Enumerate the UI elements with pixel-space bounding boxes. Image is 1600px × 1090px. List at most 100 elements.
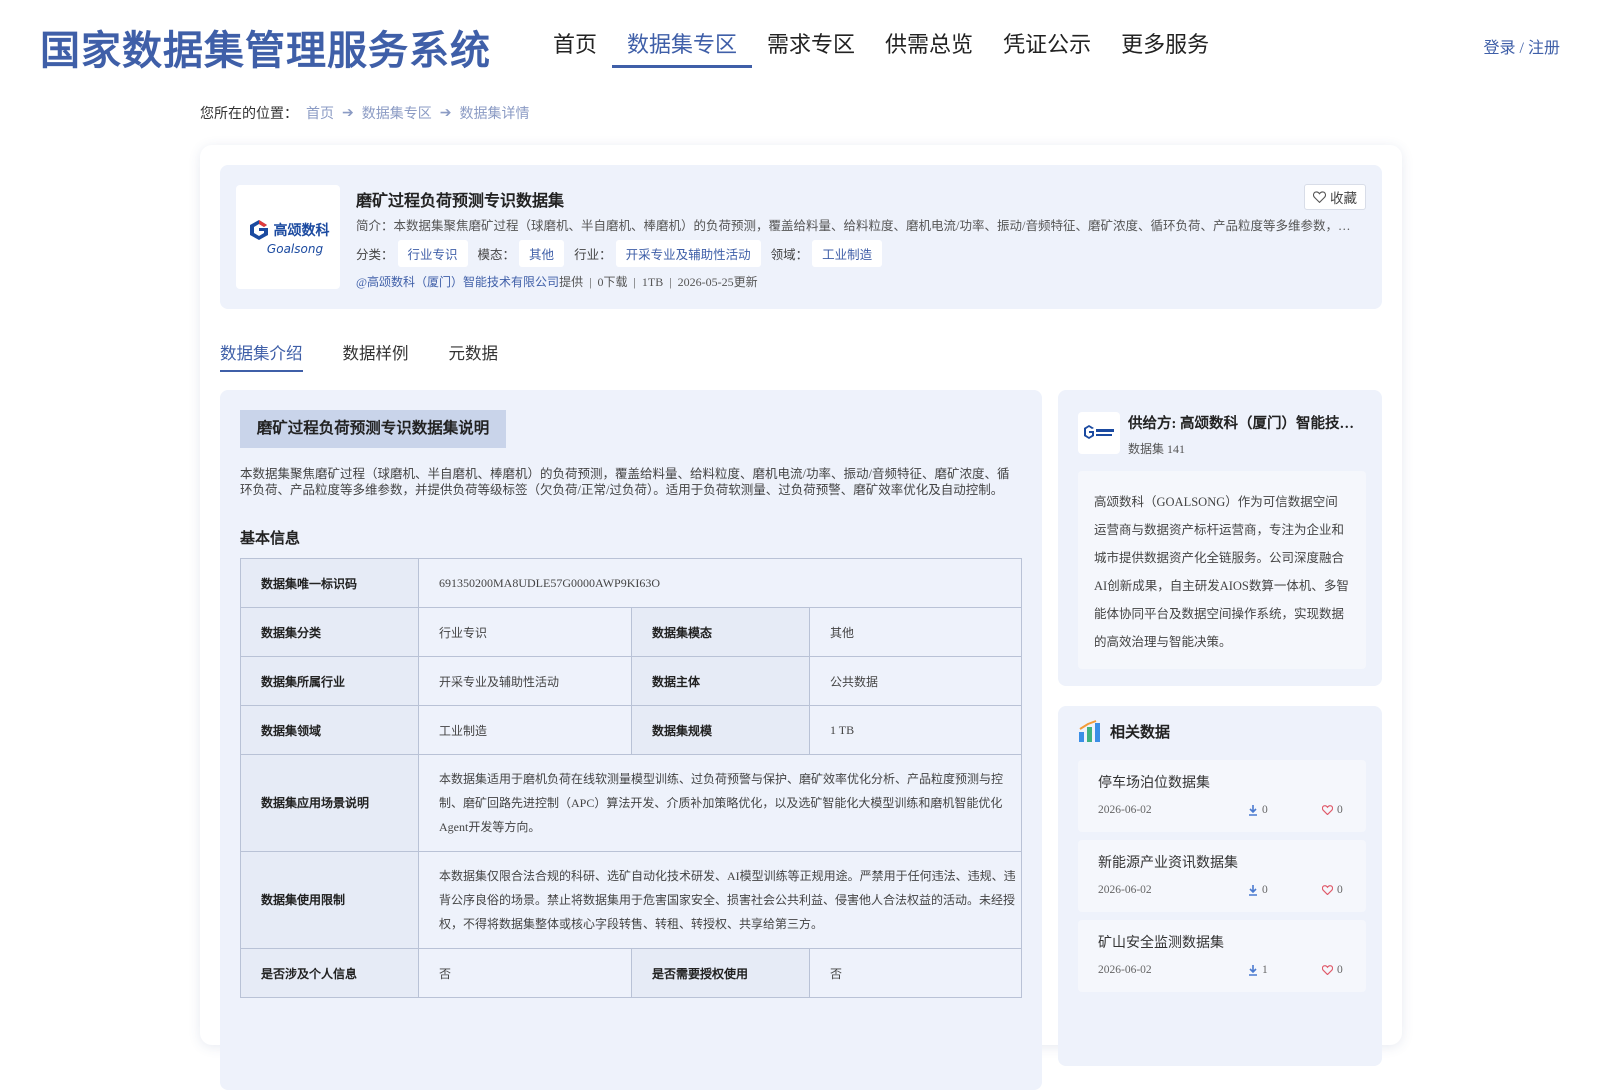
table-row: 数据集唯一标识码 691350200MA8UDLE57G0000AWP9KI63… <box>240 558 1022 608</box>
industry-value: 开采专业及辅助性活动 <box>418 656 632 706</box>
download-icon <box>1249 804 1257 816</box>
goalsong-logo <box>1084 425 1114 439</box>
top-navbar: 国家数据集管理服务系统 首页 数据集专区 需求专区 供需总览 凭证公示 更多服务… <box>0 0 1600 90</box>
dataset-meta: @高颂数科（厦门）智能技术有限公司提供 | 0下载 | 1TB | 2026-0… <box>356 275 758 289</box>
site-brand[interactable]: 国家数据集管理服务系统 <box>40 18 491 76</box>
related-item-name: 矿山安全监测数据集 <box>1098 936 1224 951</box>
related-item-date: 2026-06-02 <box>1098 884 1152 896</box>
scale-label: 数据集规模 <box>631 705 810 755</box>
updated-date: 2026-05-25更新 <box>677 275 758 289</box>
dataset-tags: 分类： 行业专识 模态： 其他 行业： 开采专业及辅助性活动 领域： 工业制造 <box>356 240 892 267</box>
like-count: 0 <box>1337 884 1343 896</box>
tag-category[interactable]: 行业专识 <box>397 240 468 267</box>
basic-info-table: 数据集唯一标识码 691350200MA8UDLE57G0000AWP9KI63… <box>240 558 1022 998</box>
logo-text-en: Goalsong <box>266 242 324 256</box>
table-row: 是否涉及个人信息 否 是否需要授权使用 否 <box>240 948 1022 998</box>
dataset-detail-card: 高颂数科 Goalsong 磨矿过程负荷预测专识数据集 简介：本数据集聚焦磨矿过… <box>200 145 1402 1090</box>
provider-dataset-count: 数据集 141 <box>1128 442 1186 456</box>
breadcrumb-datasets[interactable]: 数据集专区 <box>362 103 432 123</box>
favorite-label: 收藏 <box>1330 191 1357 206</box>
nav-more-services[interactable]: 更多服务 <box>1106 28 1224 68</box>
provided-suffix: 提供 <box>559 275 584 289</box>
table-row: 数据集应用场景说明 本数据集适用于磨机负荷在线软测量模型训练、过负荷预警与保护、… <box>240 754 1022 852</box>
related-item-downloads: 0 <box>1248 804 1268 816</box>
related-header: 相关数据 <box>1078 720 1170 742</box>
related-item-likes: 0 <box>1322 804 1343 816</box>
intro-panel: 磨矿过程负荷预测专识数据集说明 本数据集聚焦磨矿过程（球磨机、半自磨机、棒磨机）… <box>220 390 1042 1090</box>
arrow-right-icon: ➔ <box>439 105 452 121</box>
tag-industry[interactable]: 开采专业及辅助性活动 <box>615 240 761 267</box>
logo-text-cn: 高颂数科 <box>273 223 330 239</box>
nav-home[interactable]: 首页 <box>538 28 612 68</box>
provider-panel: 供给方: 高颂数科（厦门）智能技术有限公司 数据集 141 高颂数科（GOALS… <box>1058 390 1382 686</box>
restriction-value: 本数据集仅限合法合规的科研、选矿自动化技术研发、AI模型训练等正规用途。严禁用于… <box>418 851 1022 949</box>
breadcrumb-prefix: 您所在的位置： <box>200 107 298 122</box>
dataset-size: 1TB <box>641 275 664 289</box>
domain-value: 工业制造 <box>418 705 632 755</box>
uid-label: 数据集唯一标识码 <box>240 558 419 608</box>
tag-label-modality: 模态： <box>477 248 516 262</box>
tab-samples[interactable]: 数据样例 <box>343 340 409 372</box>
related-item[interactable]: 矿山安全监测数据集 2026-06-02 1 0 <box>1078 920 1366 992</box>
like-count: 0 <box>1337 804 1343 816</box>
tag-label-domain: 领域： <box>770 248 809 262</box>
related-data-panel: 相关数据 停车场泊位数据集 2026-06-02 0 0 新能源产业资讯数据集 … <box>1058 706 1382 1066</box>
heart-icon <box>1322 885 1333 895</box>
related-item-downloads: 1 <box>1248 964 1268 976</box>
industry-label: 数据集所属行业 <box>240 656 419 706</box>
nav-certificates[interactable]: 凭证公示 <box>988 28 1106 68</box>
related-item-likes: 0 <box>1322 884 1343 896</box>
related-item-name: 新能源产业资讯数据集 <box>1098 856 1238 871</box>
related-item-name: 停车场泊位数据集 <box>1098 776 1210 791</box>
personal-info-label: 是否涉及个人信息 <box>240 948 419 998</box>
nav-demand[interactable]: 需求专区 <box>752 28 870 68</box>
heart-icon <box>1313 191 1326 203</box>
provider-link[interactable]: @高颂数科（厦门）智能技术有限公司 <box>356 275 559 289</box>
dataset-brief: 简介：本数据集聚焦磨矿过程（球磨机、半自磨机、棒磨机）的负荷预测，覆盖给料量、给… <box>356 219 1356 233</box>
subject-label: 数据主体 <box>631 656 810 706</box>
download-count: 0下载 <box>597 275 628 289</box>
heart-icon <box>1322 805 1333 815</box>
download-count: 1 <box>1262 964 1268 976</box>
tab-introduction[interactable]: 数据集介绍 <box>220 340 303 372</box>
download-count: 0 <box>1262 804 1268 816</box>
tag-modality[interactable]: 其他 <box>519 240 565 267</box>
subject-value: 公共数据 <box>809 656 1022 706</box>
breadcrumb-home[interactable]: 首页 <box>306 103 334 123</box>
related-item[interactable]: 停车场泊位数据集 2026-06-02 0 0 <box>1078 760 1366 832</box>
breadcrumb-detail: 数据集详情 <box>459 107 530 122</box>
scenario-label: 数据集应用场景说明 <box>240 754 419 852</box>
table-row: 数据集分类 行业专识 数据集模态 其他 <box>240 607 1022 657</box>
basic-info-title: 基本信息 <box>240 531 301 547</box>
download-count: 0 <box>1262 884 1268 896</box>
breadcrumb: 您所在的位置： 首页 ➔ 数据集专区 ➔ 数据集详情 <box>200 103 529 123</box>
provider-name[interactable]: 供给方: 高颂数科（厦门）智能技术有限公司 <box>1128 412 1368 433</box>
tab-metadata[interactable]: 元数据 <box>449 340 499 372</box>
auth-required-value: 否 <box>809 948 1022 998</box>
related-item-date: 2026-06-02 <box>1098 964 1152 976</box>
table-row: 数据集所属行业 开采专业及辅助性活动 数据主体 公共数据 <box>240 656 1022 706</box>
related-item-downloads: 0 <box>1248 884 1268 896</box>
domain-label: 数据集领域 <box>240 705 419 755</box>
related-item[interactable]: 新能源产业资讯数据集 2026-06-02 0 0 <box>1078 840 1366 912</box>
auth-required-label: 是否需要授权使用 <box>631 948 810 998</box>
table-row: 数据集使用限制 本数据集仅限合法合规的科研、选矿自动化技术研发、AI模型训练等正… <box>240 851 1022 949</box>
tag-label-industry: 行业： <box>574 248 612 262</box>
like-count: 0 <box>1337 964 1343 976</box>
personal-info-value: 否 <box>418 948 632 998</box>
nav-overview[interactable]: 供需总览 <box>870 28 988 68</box>
tag-domain[interactable]: 工业制造 <box>812 240 883 267</box>
main-nav: 首页 数据集专区 需求专区 供需总览 凭证公示 更多服务 <box>538 28 1224 68</box>
detail-tabs: 数据集介绍 数据样例 元数据 <box>220 340 498 372</box>
related-item-likes: 0 <box>1322 964 1343 976</box>
modality-label: 数据集模态 <box>631 607 810 657</box>
arrow-right-icon: ➔ <box>342 105 354 121</box>
modality-value: 其他 <box>809 607 1022 657</box>
favorite-button[interactable]: 收藏 <box>1304 184 1366 210</box>
login-register-link[interactable]: 登录 / 注册 <box>1484 34 1560 58</box>
dataset-logo: 高颂数科 Goalsong <box>236 185 340 289</box>
nav-datasets[interactable]: 数据集专区 <box>612 28 753 68</box>
bar-chart-icon <box>1079 720 1100 742</box>
provider-logo[interactable] <box>1078 412 1120 454</box>
category-label: 数据集分类 <box>240 607 419 657</box>
